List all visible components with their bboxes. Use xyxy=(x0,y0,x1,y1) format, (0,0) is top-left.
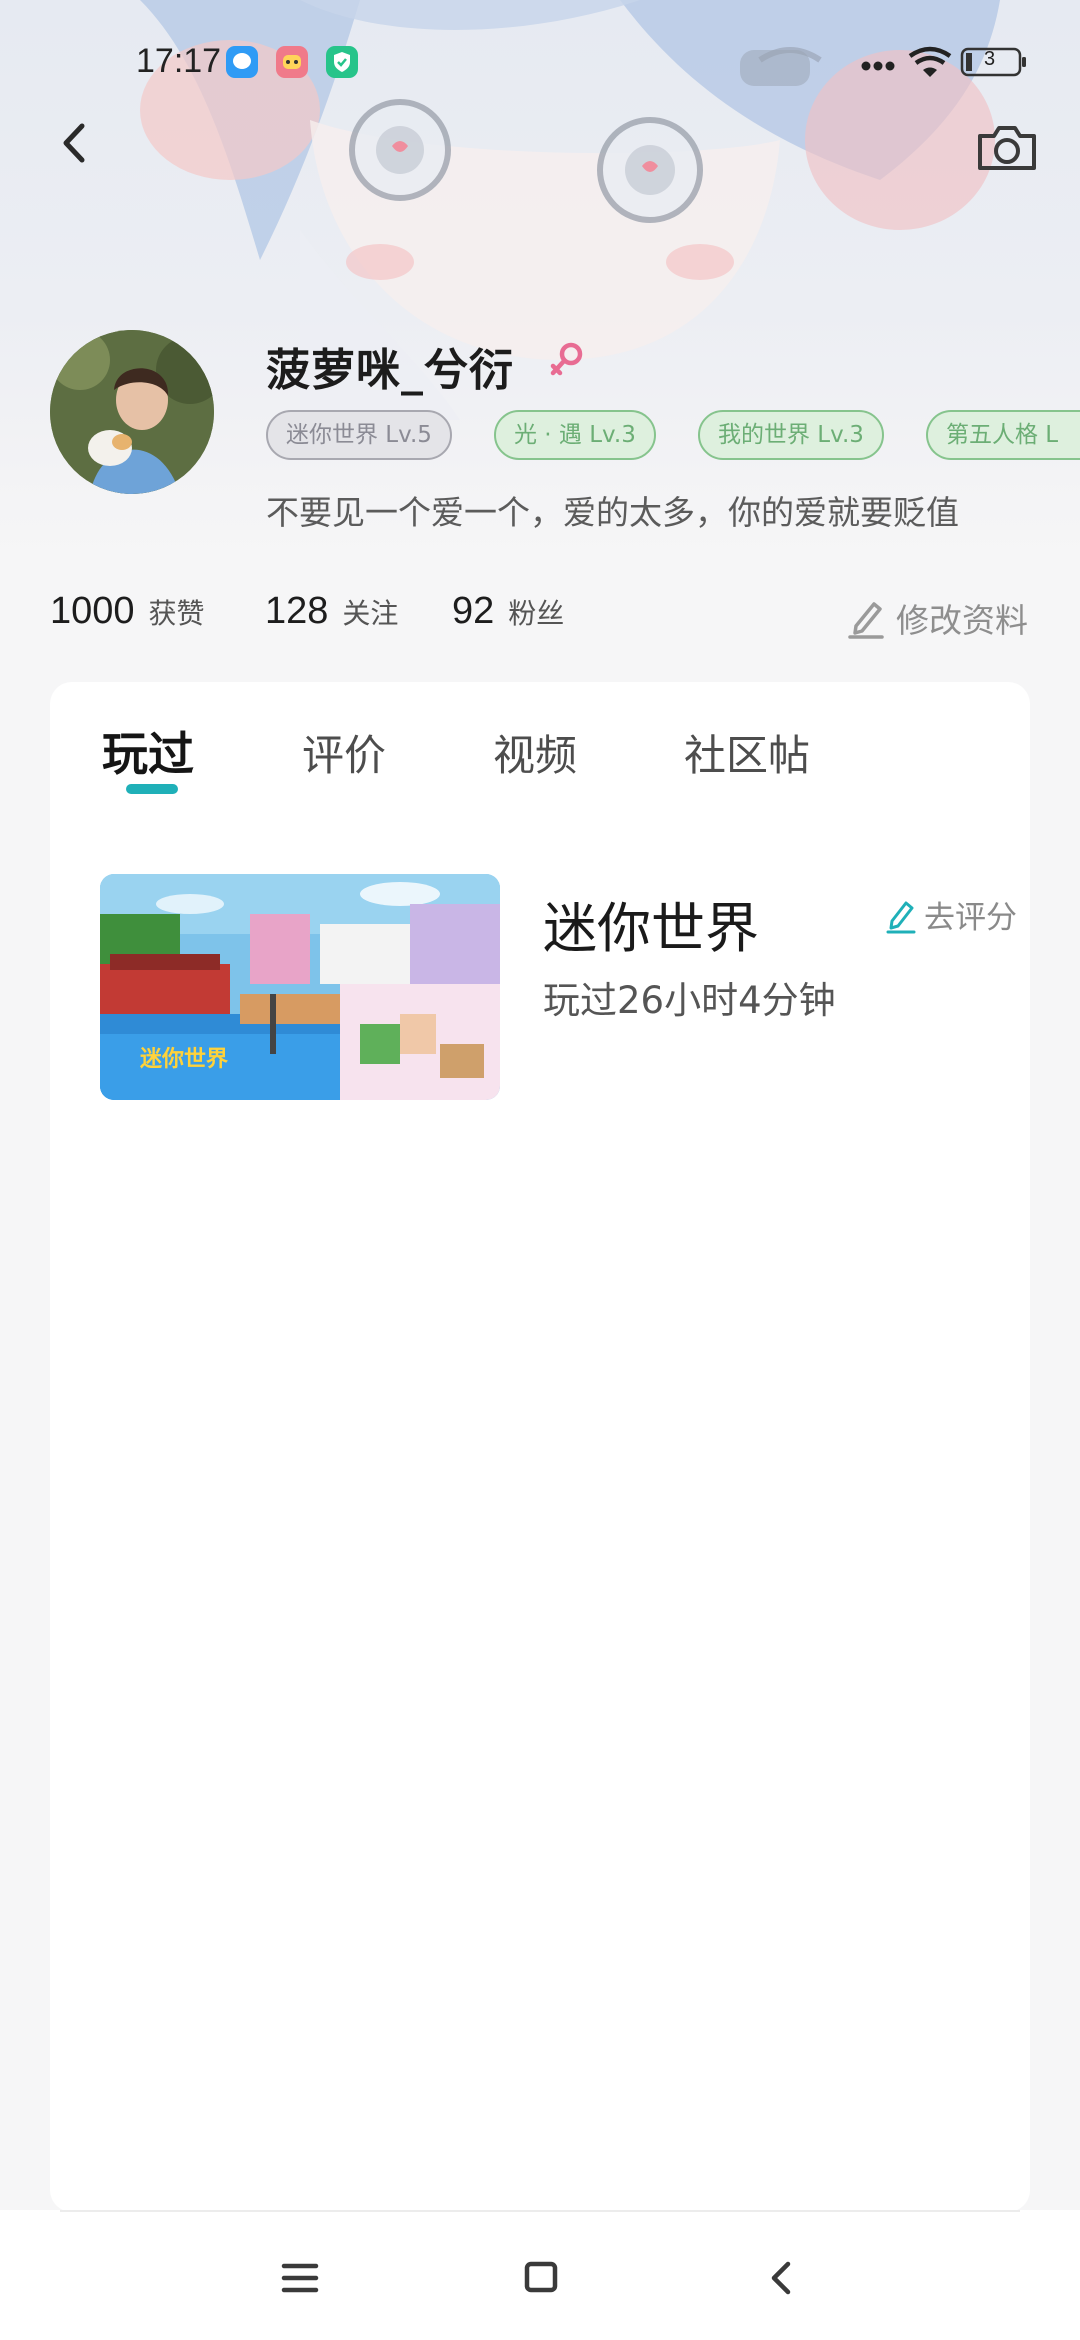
bio: 不要见一个爱一个，爱的太多，你的爱就要贬值 xyxy=(266,493,959,532)
change-cover-button[interactable] xyxy=(974,118,1040,178)
tab-active-indicator xyxy=(126,784,178,794)
camera-icon xyxy=(978,126,1036,170)
rate-game-button[interactable]: 去评分 xyxy=(884,892,1017,938)
tag-identity-v[interactable]: 第五人格 L xyxy=(926,410,1080,460)
username: 菠萝咪_兮衍 xyxy=(266,345,514,396)
likes-label: 获赞 xyxy=(148,597,205,630)
tab-played[interactable]: 玩过 xyxy=(102,718,194,784)
system-nav-bar xyxy=(0,2210,1080,2340)
tab-reviews[interactable]: 评价 xyxy=(302,722,386,783)
game-cover-image: 迷你世界 xyxy=(100,874,500,1100)
home-button[interactable] xyxy=(512,2248,572,2308)
message-bubble-icon xyxy=(226,46,258,78)
tag-minecraft[interactable]: 我的世界 Lv.3 xyxy=(698,410,884,460)
tag-sky[interactable]: 光 · 遇 Lv.3 xyxy=(494,410,656,460)
status-time: 17:17 xyxy=(136,42,222,80)
system-back-button[interactable] xyxy=(752,2248,812,2308)
rate-game-label: 去评分 xyxy=(924,900,1017,936)
menu-icon xyxy=(281,2263,319,2293)
game-thumbnail[interactable]: 迷你世界 xyxy=(100,874,500,1100)
signal-dots-icon xyxy=(861,61,895,71)
pencil-icon xyxy=(886,901,916,933)
status-right-icons: 3 xyxy=(860,44,1040,80)
game-title[interactable]: 迷你世界 xyxy=(543,884,759,963)
edit-profile-label: 修改资料 xyxy=(896,601,1028,640)
following-count: 128 xyxy=(265,590,329,632)
tab-community-posts[interactable]: 社区帖 xyxy=(684,722,810,783)
likes-count: 1000 xyxy=(50,590,135,632)
pencil-icon xyxy=(848,602,884,639)
tab-videos[interactable]: 视频 xyxy=(493,722,577,783)
avatar[interactable] xyxy=(50,330,214,494)
likes-stat[interactable]: 1000 获赞 xyxy=(50,590,205,633)
tab-bar: 玩过 评价 视频 社区帖 xyxy=(50,682,1030,802)
following-stat[interactable]: 128 关注 xyxy=(265,590,398,633)
followers-label: 粉丝 xyxy=(508,597,565,630)
content-card: 玩过 评价 视频 社区帖 迷你世界 迷你世界 去评分 玩过26小时4分钟 xyxy=(50,682,1030,2212)
profile-page: 17:17 3 菠萝咪_兮衍 迷你世界 Lv.5 光 · 遇 Lv.3 我的世界… xyxy=(0,0,1080,2340)
followers-count: 92 xyxy=(452,590,495,632)
wifi-icon xyxy=(908,46,952,77)
tag-mini-world[interactable]: 迷你世界 Lv.5 xyxy=(266,410,452,460)
home-square-icon xyxy=(524,2261,558,2293)
game-center-icon xyxy=(276,46,308,78)
status-bar: 17:17 3 xyxy=(0,0,1080,126)
avatar-photo xyxy=(50,330,214,494)
back-triangle-icon xyxy=(771,2261,791,2295)
chevron-left-icon xyxy=(63,123,85,163)
svg-text:迷你世界: 迷你世界 xyxy=(139,1047,228,1072)
back-button[interactable] xyxy=(46,110,102,176)
battery-level: 3 xyxy=(984,48,996,70)
game-list-item[interactable]: 迷你世界 迷你世界 去评分 玩过26小时4分钟 xyxy=(100,874,1017,1100)
game-playtime: 玩过26小时4分钟 xyxy=(543,979,836,1022)
followers-stat[interactable]: 92 粉丝 xyxy=(452,590,564,633)
nav-divider xyxy=(60,2210,1020,2212)
shield-check-icon xyxy=(326,46,358,78)
edit-profile-button[interactable]: 修改资料 xyxy=(846,594,1028,644)
following-label: 关注 xyxy=(342,597,399,630)
female-icon xyxy=(548,340,586,380)
menu-button[interactable] xyxy=(270,2248,330,2308)
